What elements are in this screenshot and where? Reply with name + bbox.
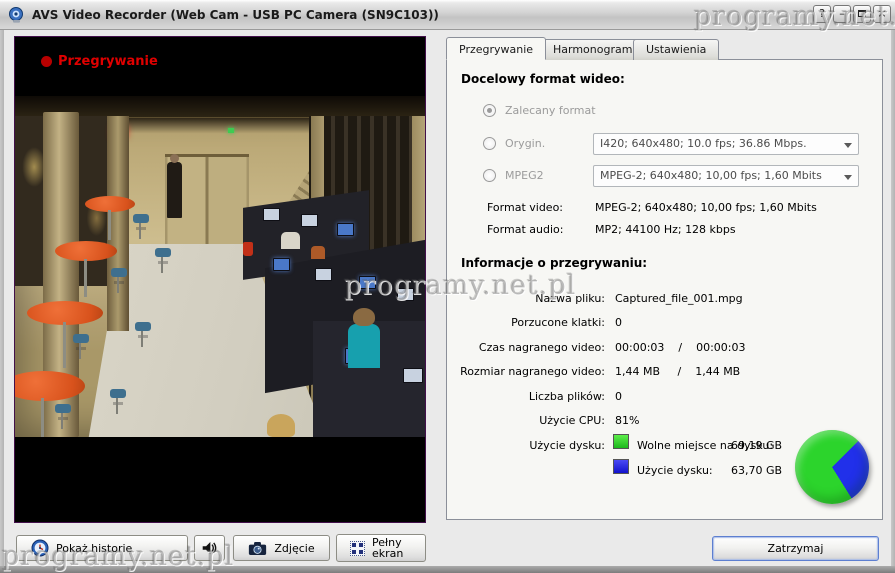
window-edge-bottom xyxy=(0,566,895,573)
app-window: AVS Video Recorder (Web Cam - USB PC Cam… xyxy=(0,0,895,573)
fullscreen-icon xyxy=(350,541,365,556)
radio-zalecany-format[interactable] xyxy=(483,104,496,117)
scene-stool xyxy=(73,334,89,343)
close-button[interactable]: × xyxy=(873,5,891,23)
scene-monitor xyxy=(337,223,354,236)
window-edge-left xyxy=(0,30,4,566)
format-video-value: MPEG-2; 640x480; 10,00 fps; 1,60 Mbits xyxy=(595,201,817,214)
info-label-recorded-time: Czas nagranego video: xyxy=(447,341,605,354)
scene-person-teal-shirt xyxy=(348,324,380,368)
stop-button[interactable]: Zatrzymaj xyxy=(712,536,879,561)
snapshot-button[interactable]: Zdjęcie xyxy=(233,535,330,561)
scene-stool xyxy=(155,248,171,257)
scene-orange-table xyxy=(55,241,117,261)
tab-harmonogram[interactable]: Harmonogram xyxy=(540,39,645,60)
info-value-cpu-usage: 81% xyxy=(615,414,639,427)
radio-zalecany-format-label: Zalecany format xyxy=(505,104,596,117)
info-value-file-count: 0 xyxy=(615,390,622,403)
info-value-recorded-size: 1,44 MB / 1,44 MB xyxy=(615,365,740,378)
record-dot-icon xyxy=(41,56,52,67)
info-label-recorded-size: Rozmiar nagranego video: xyxy=(447,365,605,378)
legend-free-space-value: 69,19 GB xyxy=(731,439,782,452)
maximize-button[interactable] xyxy=(853,5,871,23)
section-heading-format: Docelowy format wideo: xyxy=(461,72,625,86)
scene-monitor xyxy=(273,258,290,271)
info-label-file-count: Liczba plików: xyxy=(447,390,605,403)
speaker-icon xyxy=(201,540,218,556)
info-value-recorded-time: 00:00:03 / 00:00:03 xyxy=(615,341,746,354)
fullscreen-label: Pełny ekran xyxy=(372,537,412,559)
combo-original-format[interactable]: I420; 640x480; 10.0 fps; 36.86 Mbps. xyxy=(593,133,859,155)
legend-used-space-label: Użycie dysku: xyxy=(637,464,713,477)
app-icon xyxy=(8,6,26,24)
combo-original-format-value: I420; 640x480; 10.0 fps; 36.86 Mbps. xyxy=(600,137,807,150)
show-history-button[interactable]: Pokaż historię xyxy=(16,535,188,561)
recording-indicator: Przegrywanie xyxy=(41,54,158,69)
format-video-label: Format video: xyxy=(487,201,563,214)
scene-standing-person xyxy=(167,162,182,218)
scene-table-pole xyxy=(108,210,111,240)
tab-przegrywanie[interactable]: Przegrywanie xyxy=(446,37,546,60)
info-label-cpu-usage: Użycie CPU: xyxy=(447,414,605,427)
radio-orygin-label: Orygin. xyxy=(505,137,545,150)
scene-stool xyxy=(55,404,71,413)
info-label-disk-usage: Użycie dysku: xyxy=(447,439,605,452)
fullscreen-button[interactable]: Pełny ekran xyxy=(336,534,426,562)
history-clock-icon xyxy=(31,539,49,557)
snapshot-label: Zdjęcie xyxy=(274,542,314,555)
scene-monitor xyxy=(315,268,332,281)
disk-usage-pie-chart xyxy=(795,430,869,504)
legend-free-space-swatch xyxy=(613,434,629,449)
camera-icon xyxy=(248,541,267,556)
scene-person-orange-shirt xyxy=(311,246,325,259)
scene-stool xyxy=(111,268,127,277)
titlebar[interactable]: AVS Video Recorder (Web Cam - USB PC Cam… xyxy=(0,0,895,30)
video-preview: Przegrywanie xyxy=(14,36,426,523)
radio-mpeg2[interactable] xyxy=(483,169,496,182)
section-heading-info: Informacje o przegrywaniu: xyxy=(461,256,647,270)
show-history-label: Pokaż historię xyxy=(56,542,132,555)
scene-table-pole xyxy=(63,322,66,368)
info-value-dropped-frames: 0 xyxy=(615,316,622,329)
combo-mpeg2-format-value: MPEG-2; 640x480; 10,00 fps; 1,60 Mbits xyxy=(600,169,822,182)
info-label-filename: Nazwa pliku: xyxy=(447,292,605,305)
scene-monitor xyxy=(301,214,318,227)
scene-red-bucket xyxy=(243,242,253,256)
tab-panel-przegrywanie: Docelowy format wideo: Zalecany format O… xyxy=(446,59,883,520)
sound-button[interactable] xyxy=(194,535,225,561)
window-title: AVS Video Recorder (Web Cam - USB PC Cam… xyxy=(32,8,439,22)
webcam-scene xyxy=(15,96,425,437)
dropdown-arrow-icon xyxy=(844,143,852,148)
format-audio-value: MP2; 44100 Hz; 128 kbps xyxy=(595,223,736,236)
scene-table-pole xyxy=(41,398,44,437)
dropdown-arrow-icon xyxy=(844,175,852,180)
tab-ustawienia[interactable]: Ustawienia xyxy=(633,39,719,60)
maximize-icon xyxy=(858,10,866,17)
radio-mpeg2-label: MPEG2 xyxy=(505,169,544,182)
scene-monitor xyxy=(397,288,414,301)
scene-table-pole xyxy=(84,259,87,297)
combo-mpeg2-format[interactable]: MPEG-2; 640x480; 10,00 fps; 1,60 Mbits xyxy=(593,165,859,187)
scene-person-blonde xyxy=(267,414,295,437)
legend-used-space-swatch xyxy=(613,459,629,474)
scene-green-light xyxy=(228,128,234,133)
window-edge-right xyxy=(891,30,895,566)
minimize-button[interactable]: – xyxy=(833,5,851,23)
scene-stool xyxy=(110,389,126,398)
format-audio-label: Format audio: xyxy=(487,223,563,236)
scene-monitor xyxy=(403,368,423,383)
scene-person-white-shirt xyxy=(281,232,300,249)
help-button[interactable]: ? xyxy=(813,5,831,23)
stop-label: Zatrzymaj xyxy=(768,542,824,555)
info-value-filename: Captured_file_001.mpg xyxy=(615,292,743,305)
radio-orygin[interactable] xyxy=(483,137,496,150)
info-label-dropped-frames: Porzucone klatki: xyxy=(447,316,605,329)
scene-stool xyxy=(133,214,149,223)
legend-used-space-value: 63,70 GB xyxy=(731,464,782,477)
recording-indicator-label: Przegrywanie xyxy=(58,54,158,69)
scene-monitor xyxy=(263,208,280,221)
scene-monitor xyxy=(359,276,376,289)
scene-stool xyxy=(135,322,151,331)
